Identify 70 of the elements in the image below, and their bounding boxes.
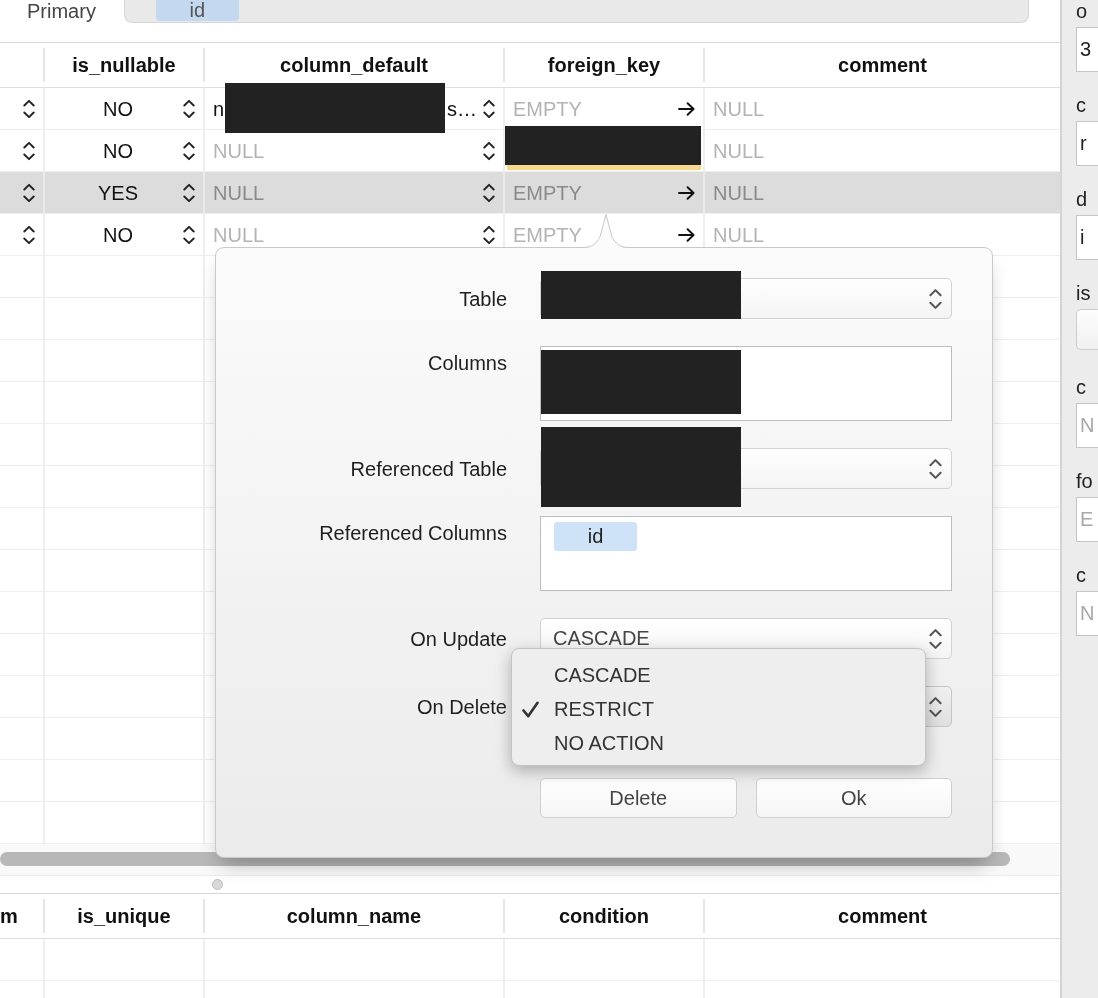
default-value: NULL [213, 224, 265, 245]
text-field[interactable]: 3 [1076, 27, 1098, 72]
field-label: fo [1076, 470, 1094, 492]
column-token[interactable]: id [155, 0, 239, 21]
stepper-icon[interactable] [183, 182, 195, 203]
stepper-icon[interactable] [183, 224, 195, 245]
list-field[interactable]: id [540, 516, 952, 591]
dialog-button[interactable]: Delete [540, 778, 737, 818]
choice-value: NO [102, 98, 134, 119]
field-label: Referenced Table [349, 456, 507, 481]
foreign-key-value: EMPTY [513, 224, 582, 245]
arrow-icon[interactable] [678, 227, 695, 242]
choice-value: YES [97, 182, 139, 203]
choice-value: NO [102, 140, 134, 161]
field-label: Referenced Columns [318, 521, 507, 545]
column-header[interactable]: foreign_key [503, 48, 703, 82]
field-label: c [1076, 376, 1087, 398]
dialog-button[interactable]: Ok [755, 778, 952, 818]
stepper-icon[interactable] [483, 98, 495, 119]
comment-value: NULL [713, 224, 765, 245]
field-label: On Update [409, 626, 507, 651]
comment-value: NULL [713, 98, 765, 119]
stepper-icon[interactable] [929, 287, 942, 310]
stepper-icon[interactable] [23, 140, 35, 161]
stepper-icon[interactable] [483, 224, 495, 245]
stepper-icon[interactable] [23, 182, 35, 203]
column-header[interactable]: is_nullable [43, 48, 203, 82]
field-label: c [1076, 564, 1087, 586]
field-label: d [1076, 188, 1089, 210]
stepper-icon[interactable] [483, 182, 495, 203]
field-label: On Delete [415, 694, 507, 719]
stepper-icon[interactable] [183, 98, 195, 119]
field-label: o [1076, 0, 1089, 22]
menu-item[interactable]: CASCADE [512, 658, 925, 692]
popover-pointer-icon [583, 213, 629, 248]
default-value: s… [447, 98, 477, 119]
column-header[interactable]: condition [503, 899, 703, 933]
menu-item[interactable]: RESTRICT [512, 692, 925, 726]
foreign-key-value: EMPTY [513, 182, 582, 203]
text-field[interactable]: r [1076, 121, 1098, 166]
arrow-icon[interactable] [678, 185, 695, 200]
foreign-key-value: EMPTY [513, 98, 582, 119]
menu-item[interactable]: NO ACTION [512, 726, 925, 760]
stepper-icon[interactable] [929, 457, 942, 480]
table-row[interactable]: YES NULL EMPTY NULL [0, 172, 1060, 214]
comment-value: NULL [713, 182, 765, 203]
stepper-icon[interactable] [23, 98, 35, 119]
stepper-icon[interactable] [929, 627, 942, 650]
column-header[interactable]: column_name [203, 899, 503, 933]
stepper-icon[interactable] [23, 224, 35, 245]
column-token[interactable]: id [554, 522, 637, 551]
stepper-icon[interactable] [183, 140, 195, 161]
text-field[interactable]: i [1076, 215, 1098, 260]
field-label: Table [458, 286, 507, 311]
field-label: Columns [427, 351, 507, 375]
stepper-icon[interactable] [483, 140, 495, 161]
field-label: is [1076, 282, 1092, 304]
column-header[interactable]: is_unique [43, 899, 203, 933]
default-value: n [213, 98, 225, 119]
field-label: c [1076, 94, 1087, 116]
splitter-handle-icon[interactable] [212, 879, 223, 890]
field-label: Primary [27, 0, 96, 22]
column-header[interactable]: m [0, 899, 43, 933]
stepper-icon[interactable] [929, 695, 942, 718]
default-value: NULL [213, 182, 265, 203]
comment-value: NULL [713, 140, 765, 161]
choice-value: NO [102, 224, 134, 245]
arrow-icon[interactable] [678, 101, 695, 116]
default-value: NULL [213, 140, 265, 161]
token-field[interactable]: id [123, 0, 1029, 23]
